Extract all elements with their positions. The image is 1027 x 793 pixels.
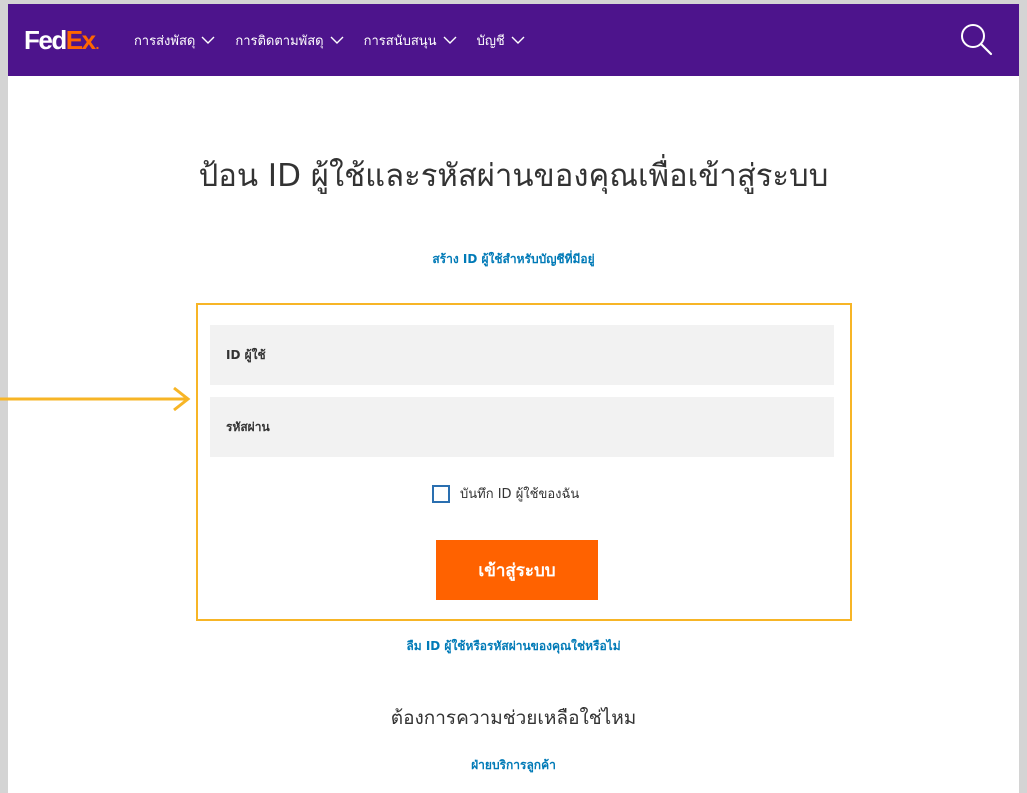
fedex-logo[interactable]: Fed Ex. xyxy=(24,24,100,56)
chevron-down-icon xyxy=(443,36,457,44)
create-user-id-link[interactable]: สร้าง ID ผู้ใช้สำหรับบัญชีที่มีอยู่ xyxy=(0,250,1027,269)
logo-dot: . xyxy=(95,35,100,52)
login-button[interactable]: เข้าสู่ระบบ xyxy=(436,540,598,600)
chevron-down-icon xyxy=(330,36,344,44)
search-icon[interactable] xyxy=(959,22,993,56)
remember-checkbox[interactable] xyxy=(432,484,450,503)
nav-item-account[interactable]: บัญชี xyxy=(477,30,525,51)
nav-item-support[interactable]: การสนับสนุน xyxy=(364,30,457,51)
help-heading: ต้องการความช่วยเหลือใช่ไหม xyxy=(390,707,637,729)
nav-item-tracking[interactable]: การติดตามพัสดุ xyxy=(235,30,344,51)
chevron-down-icon xyxy=(201,36,215,44)
logo-ex-text: Ex xyxy=(65,24,96,55)
customer-service-link[interactable]: ฝ่ายบริการลูกค้า xyxy=(0,756,1027,775)
login-form: ID ผู้ใช้ รหัสผ่าน บันทึก ID ผู้ใช้ของฉั… xyxy=(196,303,852,621)
password-placeholder: รหัสผ่าน xyxy=(226,419,270,434)
page-title: ป้อน ID ผู้ใช้และรหัสผ่านของคุณเพื่อเข้า… xyxy=(198,158,829,194)
nav-item-label: การส่งพัสดุ xyxy=(133,33,196,49)
nav-item-label: การสนับสนุน xyxy=(363,33,437,49)
remember-label: บันทึก ID ผู้ใช้ของฉัน xyxy=(460,487,580,502)
user-id-field[interactable]: ID ผู้ใช้ xyxy=(210,325,834,385)
password-field[interactable]: รหัสผ่าน xyxy=(210,397,834,457)
nav-item-label: การติดตามพัสดุ xyxy=(235,33,324,49)
annotation-arrow-icon xyxy=(0,386,191,412)
logo-fed-text: Fed xyxy=(24,24,67,55)
forgot-credentials-link[interactable]: ลืม ID ผู้ใช้หรือรหัสผ่านของคุณใช่หรือไม… xyxy=(0,637,1027,656)
chevron-down-icon xyxy=(511,36,525,44)
top-navigation-bar: Fed Ex. การส่งพัสดุ การติดตามพัสดุ การสนั… xyxy=(8,4,1019,76)
user-id-placeholder: ID ผู้ใช้ xyxy=(226,347,266,362)
nav-item-label: บัญชี xyxy=(476,33,505,49)
main-nav: การส่งพัสดุ การติดตามพัสดุ การสนับสนุน บ… xyxy=(134,30,525,51)
remember-user-id[interactable]: บันทึก ID ผู้ใช้ของฉัน xyxy=(432,483,579,504)
nav-item-shipping[interactable]: การส่งพัสดุ xyxy=(134,30,215,51)
